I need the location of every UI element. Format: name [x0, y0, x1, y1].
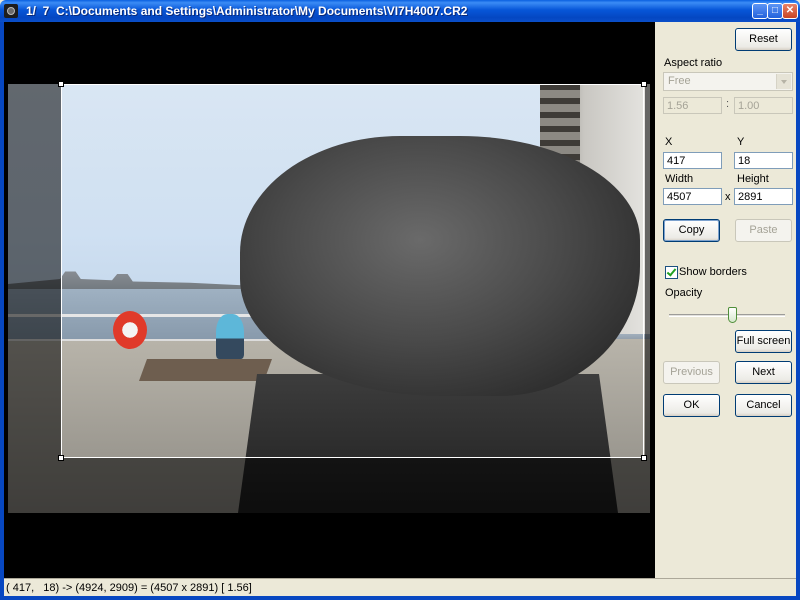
height-label: Height: [737, 173, 769, 185]
next-button[interactable]: Next: [735, 361, 792, 384]
full-screen-button[interactable]: Full screen: [735, 330, 792, 353]
y-field[interactable]: [734, 152, 793, 169]
x-field[interactable]: [663, 152, 722, 169]
status-bar: ( 417, 18) -> (4924, 2909) = (4507 x 289…: [4, 578, 796, 596]
aspect-ratio-select[interactable]: Free: [663, 72, 793, 91]
crop-handle-bottom-left[interactable]: [58, 455, 64, 461]
crop-settings-panel: Reset Aspect ratio Free : X Y Width Heig…: [655, 22, 796, 578]
ratio-width-field[interactable]: [663, 97, 722, 114]
title-bar[interactable]: 1/ 7 C:\Documents and Settings\Administr…: [0, 0, 800, 22]
image-viewer[interactable]: [4, 22, 655, 578]
crop-handle-bottom-right[interactable]: [641, 455, 647, 461]
ok-button[interactable]: OK: [663, 394, 720, 417]
x-label: X: [665, 136, 673, 148]
crop-handle-top-right[interactable]: [641, 81, 647, 87]
crop-handle-top-left[interactable]: [58, 81, 64, 87]
paste-button[interactable]: Paste: [735, 219, 792, 242]
crop-shade-bottom: [61, 457, 645, 513]
opacity-slider-track[interactable]: [669, 314, 785, 317]
show-borders-checkbox[interactable]: [665, 266, 678, 279]
maximize-button[interactable]: □: [767, 3, 783, 19]
selection-status: ( 417, 18) -> (4924, 2909) = (4507 x 289…: [6, 582, 252, 594]
width-label: Width: [665, 173, 694, 185]
chevron-down-icon[interactable]: [776, 74, 791, 89]
y-label: Y: [737, 136, 745, 148]
opacity-label: Opacity: [665, 287, 703, 299]
minimize-button[interactable]: _: [752, 3, 768, 19]
close-button[interactable]: ✕: [782, 3, 798, 19]
show-borders-label[interactable]: Show borders: [679, 266, 747, 278]
camera-app-icon[interactable]: [4, 4, 18, 18]
reset-button[interactable]: Reset: [735, 28, 792, 51]
crop-shade-right: [645, 84, 650, 513]
width-field[interactable]: [663, 188, 722, 205]
height-field[interactable]: [734, 188, 793, 205]
window-title: 1/ 7 C:\Documents and Settings\Administr…: [26, 4, 468, 18]
window-frame-right: [796, 22, 800, 600]
ratio-separator: :: [726, 98, 730, 110]
opacity-slider-thumb[interactable]: [728, 307, 738, 323]
aspect-ratio-label: Aspect ratio: [664, 57, 723, 69]
previous-button[interactable]: Previous: [663, 361, 720, 384]
crop-rectangle[interactable]: [61, 84, 644, 458]
crop-shade-left: [8, 84, 61, 513]
copy-button[interactable]: Copy: [663, 219, 720, 242]
window-frame-bottom: [0, 596, 800, 600]
ratio-height-field[interactable]: [734, 97, 793, 114]
size-separator: x: [725, 191, 731, 203]
aspect-ratio-selected: Free: [668, 75, 691, 87]
cancel-button[interactable]: Cancel: [735, 394, 792, 417]
